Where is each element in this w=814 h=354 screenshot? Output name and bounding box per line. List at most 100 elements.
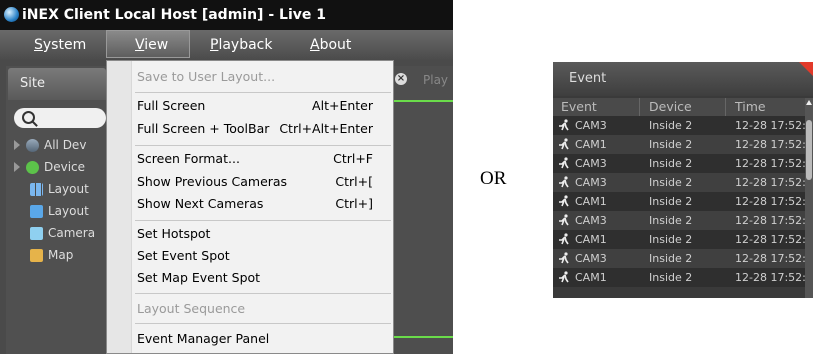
layout-folder-icon [30, 205, 43, 218]
menu-item-screen-format[interactable]: Screen Format... [137, 151, 240, 166]
menu-item-set-event-spot[interactable]: Set Event Spot [137, 248, 230, 263]
menu-separator [135, 323, 391, 324]
window-title: iNEX Client Local Host [admin] - Live 1 [22, 7, 326, 23]
live-view-area [392, 66, 453, 354]
time-cell: 12-28 17:52: [735, 157, 806, 170]
menu-separator [135, 220, 391, 221]
title-bar: iNEX Client Local Host [admin] - Live 1 [0, 0, 453, 30]
menu-separator [135, 293, 391, 294]
device-cell: Inside 2 [649, 157, 693, 170]
time-cell: 12-28 17:52: [735, 271, 806, 284]
menu-item-save-layout: Save to User Layout... [137, 69, 276, 84]
shortcut-previous-cameras: Ctrl+[ [335, 174, 373, 189]
menu-view[interactable]: View [106, 30, 190, 58]
devices-icon [26, 139, 39, 152]
column-device[interactable]: Device [649, 99, 692, 114]
event-scrollbar[interactable] [805, 98, 813, 298]
device-cell: Inside 2 [649, 271, 693, 284]
event-panel: Event Event Device Time CAM3 Inside 2 12… [553, 62, 813, 298]
event-cell: CAM3 [575, 252, 607, 265]
column-divider[interactable] [639, 98, 640, 116]
event-cell: CAM3 [575, 214, 607, 227]
time-cell: 12-28 17:52: [735, 119, 806, 132]
menu-playback[interactable]: Playback [210, 30, 272, 60]
expand-arrow-icon[interactable] [14, 162, 20, 172]
device-icon [26, 161, 39, 174]
menu-separator [135, 145, 391, 146]
menu-bar: System View Playback About [0, 30, 453, 60]
shortcut-next-cameras: Ctrl+] [335, 196, 373, 211]
device-cell: Inside 2 [649, 252, 693, 265]
motion-event-icon [559, 157, 569, 169]
time-cell: 12-28 17:52: [735, 195, 806, 208]
menu-item-layout-sequence: Layout Sequence [137, 301, 246, 316]
site-search-input[interactable] [14, 108, 106, 128]
close-tab-icon[interactable]: × [395, 73, 407, 85]
table-row[interactable]: CAM3 Inside 2 12-28 17:52: [553, 173, 813, 192]
device-cell: Inside 2 [649, 119, 693, 132]
table-row[interactable]: CAM3 Inside 2 12-28 17:52: [553, 154, 813, 173]
event-panel-title: Event [569, 71, 607, 86]
menu-item-set-map-event-spot[interactable]: Set Map Event Spot [137, 270, 260, 285]
event-cell: CAM3 [575, 176, 607, 189]
menu-separator [135, 92, 391, 93]
tab-play[interactable]: × Play [393, 68, 453, 92]
menu-about[interactable]: About [310, 30, 351, 60]
motion-event-icon [559, 271, 569, 283]
event-table-header: Event Device Time [553, 98, 813, 116]
column-event[interactable]: Event [561, 99, 597, 114]
table-row[interactable]: CAM1 Inside 2 12-28 17:52: [553, 135, 813, 154]
motion-event-icon [559, 214, 569, 226]
layout-grid-icon [30, 183, 43, 196]
view-menu-dropdown: Save to User Layout... Full Screen Alt+E… [106, 60, 394, 354]
map-icon [30, 249, 43, 262]
event-cell: CAM1 [575, 233, 607, 246]
event-cell: CAM3 [575, 157, 607, 170]
device-cell: Inside 2 [649, 233, 693, 246]
table-row[interactable]: CAM3 Inside 2 12-28 17:52: [553, 116, 813, 135]
menu-item-next-cameras[interactable]: Show Next Cameras [137, 196, 263, 211]
device-cell: Inside 2 [649, 195, 693, 208]
column-divider[interactable] [725, 98, 726, 116]
menu-system[interactable]: System [34, 30, 86, 60]
menu-item-event-manager-panel[interactable]: Event Manager Panel [137, 331, 269, 346]
menu-item-full-screen-toolbar[interactable]: Full Screen + ToolBar [137, 121, 269, 136]
time-cell: 12-28 17:52: [735, 176, 806, 189]
time-cell: 12-28 17:52: [735, 214, 806, 227]
device-cell: Inside 2 [649, 138, 693, 151]
table-row[interactable]: CAM3 Inside 2 12-28 17:52: [553, 249, 813, 268]
camera-icon [30, 227, 43, 240]
event-cell: CAM1 [575, 138, 607, 151]
table-row[interactable]: CAM1 Inside 2 12-28 17:52: [553, 230, 813, 249]
or-label: OR [480, 168, 507, 189]
event-cell: CAM3 [575, 119, 607, 132]
table-row[interactable]: CAM1 Inside 2 12-28 17:52: [553, 192, 813, 211]
table-row[interactable]: CAM1 Inside 2 12-28 17:52: [553, 268, 813, 287]
menu-item-full-screen[interactable]: Full Screen [137, 98, 205, 113]
motion-event-icon [559, 252, 569, 264]
time-cell: 12-28 17:52: [735, 252, 806, 265]
site-tab[interactable]: Site [8, 68, 106, 100]
device-cell: Inside 2 [649, 214, 693, 227]
motion-event-icon [559, 176, 569, 188]
event-cell: CAM1 [575, 195, 607, 208]
motion-event-icon [559, 195, 569, 207]
active-indicator [392, 100, 453, 102]
menu-item-set-hotspot[interactable]: Set Hotspot [137, 226, 210, 241]
device-cell: Inside 2 [649, 176, 693, 189]
scroll-up-icon[interactable] [806, 100, 812, 105]
shortcut-screen-format: Ctrl+F [333, 151, 373, 166]
table-row[interactable]: CAM3 Inside 2 12-28 17:52: [553, 211, 813, 230]
shortcut-full-screen: Alt+Enter [312, 98, 373, 113]
shortcut-full-screen-toolbar: Ctrl+Alt+Enter [279, 121, 373, 136]
menu-item-previous-cameras[interactable]: Show Previous Cameras [137, 174, 287, 189]
scroll-thumb[interactable] [806, 120, 812, 180]
column-time[interactable]: Time [735, 99, 766, 114]
expand-arrow-icon[interactable] [14, 140, 20, 150]
motion-event-icon [559, 119, 569, 131]
app-globe-icon [4, 7, 19, 22]
time-cell: 12-28 17:52: [735, 233, 806, 246]
active-indicator [392, 336, 453, 338]
panel-corner-icon[interactable] [799, 62, 813, 76]
event-panel-header: Event [553, 62, 813, 96]
